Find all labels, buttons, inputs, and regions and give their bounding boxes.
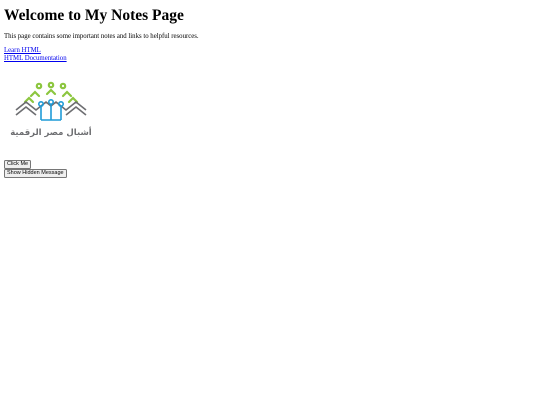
learn-html-link[interactable]: Learn HTML — [4, 47, 41, 55]
show-hidden-message-button[interactable]: Show Hidden Message — [4, 169, 67, 178]
notes-page: Welcome to My Notes Page This page conta… — [0, 0, 540, 405]
click-me-button[interactable]: Click Me — [4, 160, 32, 169]
page-title: Welcome to My Notes Page — [4, 7, 184, 24]
intro-paragraph: This page contains some important notes … — [4, 33, 199, 40]
logo-text: أشبال مصر الرقمية — [10, 126, 92, 138]
tree-circuit-logo-icon: أشبال مصر الرقمية — [10, 81, 92, 138]
ashbal-misr-logo: أشبال مصر الرقمية — [8, 80, 94, 142]
html-documentation-link[interactable]: HTML Documentation — [4, 55, 67, 63]
